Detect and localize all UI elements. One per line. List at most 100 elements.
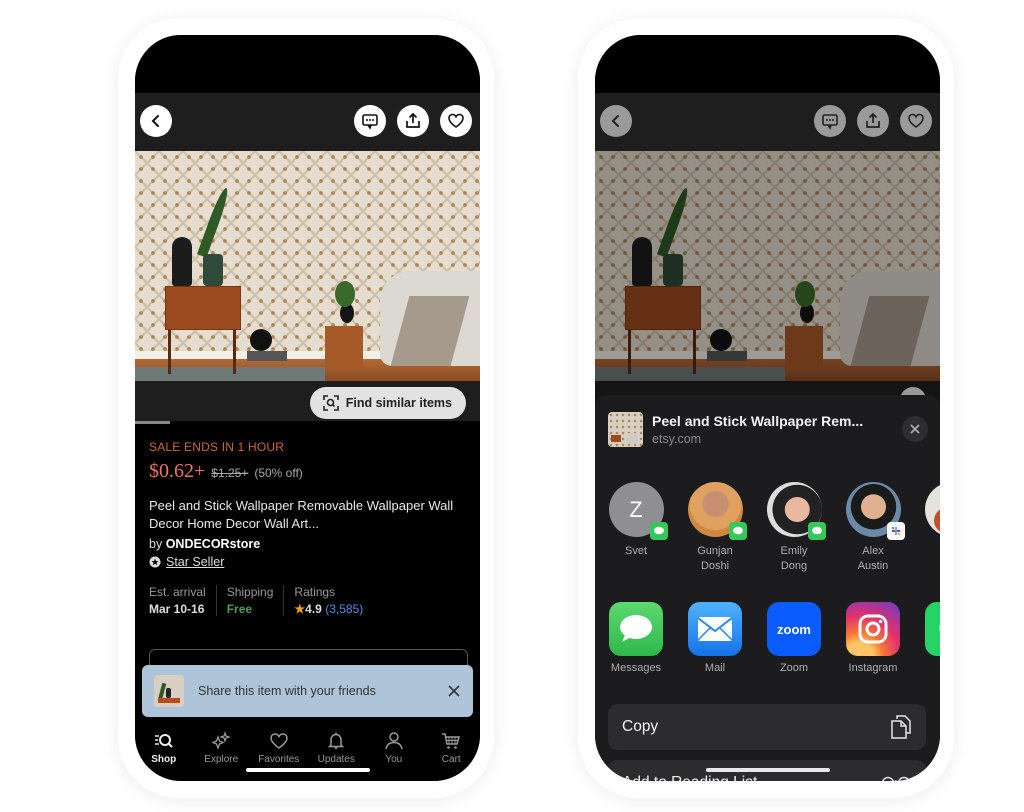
share-person[interactable]: Gunjan Doshi [680, 482, 750, 574]
mail-app-icon [688, 602, 742, 656]
home-indicator [245, 768, 370, 772]
bottom-tab-bar: Shop Explore Favorites Updates You Cart [135, 723, 480, 781]
share-app-instagram[interactable]: Instagram [838, 602, 908, 674]
favorite-button[interactable] [900, 105, 932, 137]
sale-price: $0.62+ [149, 460, 206, 482]
heart-icon [448, 113, 464, 128]
toast-thumbnail [154, 675, 184, 707]
back-button[interactable] [140, 105, 172, 137]
tab-you[interactable]: You [366, 723, 422, 781]
tab-explore[interactable]: Explore [193, 723, 249, 781]
person-icon [385, 732, 403, 750]
share-toast[interactable]: Share this item with your friends [142, 665, 473, 717]
messages-badge-icon [807, 522, 826, 540]
home-indicator [705, 768, 830, 772]
share-app-mail[interactable]: Mail [680, 602, 750, 674]
sparkle-icon [211, 731, 232, 750]
close-icon [910, 424, 920, 434]
right-phone-frame: Peel and Stick Wallpaper Rem... etsy.com… [578, 18, 954, 798]
find-similar-button[interactable]: Find similar items [309, 387, 466, 419]
avatar [687, 482, 747, 540]
share-app-zoom[interactable]: zoom Zoom [759, 602, 829, 674]
share-person[interactable]: Emily Dong [759, 482, 829, 574]
message-seller-button[interactable] [814, 105, 846, 137]
shipping-value: Free [226, 602, 253, 616]
share-sheet-header: Peel and Stick Wallpaper Rem... etsy.com [608, 409, 928, 449]
share-app-whatsapp[interactable]: Wh [917, 602, 940, 674]
share-sheet: Peel and Stick Wallpaper Rem... etsy.com… [595, 395, 940, 781]
original-price: $1.25+ [211, 466, 249, 480]
chevron-left-icon [151, 115, 159, 127]
share-apps-row: Messages Mail zoom Zoom Instagram Wh [595, 602, 940, 682]
glasses-icon [882, 776, 910, 781]
slack-badge-icon [886, 522, 905, 540]
close-icon[interactable] [447, 684, 461, 698]
listing-meta: Est. arrival Mar 10-16 Shipping Free Rat… [149, 585, 466, 616]
rating-value: 4.9 [305, 602, 322, 616]
avatar [924, 482, 940, 537]
heart-icon [908, 113, 924, 128]
instagram-app-icon [846, 602, 900, 656]
tab-favorites[interactable]: Favorites [251, 723, 307, 781]
ratings[interactable]: Ratings ★4.9 (3,585) [294, 585, 373, 616]
star-seller-badge[interactable]: Star Seller [149, 555, 466, 569]
left-phone-frame: Find similar items SALE ENDS IN 1 HOUR $… [118, 18, 494, 798]
whatsapp-app-icon [925, 602, 940, 656]
tab-cart[interactable]: Cart [423, 723, 479, 781]
sale-banner: SALE ENDS IN 1 HOUR [149, 440, 285, 454]
messages-app-icon [609, 602, 663, 656]
avatar: Z [608, 482, 668, 540]
share-icon [406, 112, 420, 128]
favorite-button[interactable] [440, 105, 472, 137]
share-title: Peel and Stick Wallpaper Rem... [652, 412, 864, 429]
share-people-row: Z Svet Gunjan Doshi Emily Dong Alex Aust… [595, 482, 940, 582]
status-bar [135, 35, 480, 93]
find-similar-label: Find similar items [345, 396, 452, 410]
share-person[interactable]: +163 [917, 482, 940, 574]
shop-name-link[interactable]: ONDECORstore [166, 537, 260, 551]
listing-header [595, 93, 940, 151]
share-url: etsy.com [652, 431, 702, 446]
tab-updates[interactable]: Updates [308, 723, 364, 781]
share-person[interactable]: Z Svet [601, 482, 671, 559]
product-image[interactable] [135, 151, 480, 381]
cart-icon [442, 733, 461, 749]
product-image [595, 151, 940, 381]
message-icon [362, 114, 378, 130]
heart-icon [269, 733, 288, 749]
listing-title: Peel and Stick Wallpaper Removable Wallp… [149, 498, 454, 531]
share-person[interactable]: Alex Austin [838, 482, 908, 574]
arrival-date: Mar 10-16 [149, 602, 205, 616]
listing-info: SALE ENDS IN 1 HOUR $0.62+ $1.25+ (50% o… [135, 424, 480, 616]
share-thumbnail [608, 411, 643, 447]
shop-search-icon [154, 734, 173, 748]
avatar [766, 482, 826, 540]
status-bar [595, 35, 940, 93]
discount-label: (50% off) [254, 466, 303, 480]
share-icon [866, 112, 880, 128]
avatar [845, 482, 905, 540]
messages-badge-icon [728, 522, 747, 540]
bell-icon [327, 732, 345, 749]
shop-line: by ONDECORstore [149, 537, 261, 551]
share-button[interactable] [857, 105, 889, 137]
share-app-messages[interactable]: Messages [601, 602, 671, 674]
zoom-app-icon: zoom [767, 602, 821, 656]
listing-screen: Find similar items SALE ENDS IN 1 HOUR $… [135, 35, 480, 781]
back-button[interactable] [600, 105, 632, 137]
messages-badge-icon [649, 522, 668, 540]
listing-header [135, 93, 480, 151]
message-icon [822, 114, 838, 130]
star-icon: ★ [294, 602, 306, 616]
chevron-left-icon [611, 115, 619, 127]
star-seller-icon [149, 556, 161, 568]
close-share-sheet-button[interactable] [902, 416, 928, 442]
visual-search-icon [322, 395, 339, 411]
share-button[interactable] [397, 105, 429, 137]
tab-shop[interactable]: Shop [136, 723, 192, 781]
toast-text: Share this item with your friends [198, 684, 376, 698]
rating-count: (3,585) [325, 602, 364, 616]
copy-action[interactable]: Copy [608, 704, 926, 750]
message-seller-button[interactable] [354, 105, 386, 137]
copy-icon [891, 715, 911, 739]
